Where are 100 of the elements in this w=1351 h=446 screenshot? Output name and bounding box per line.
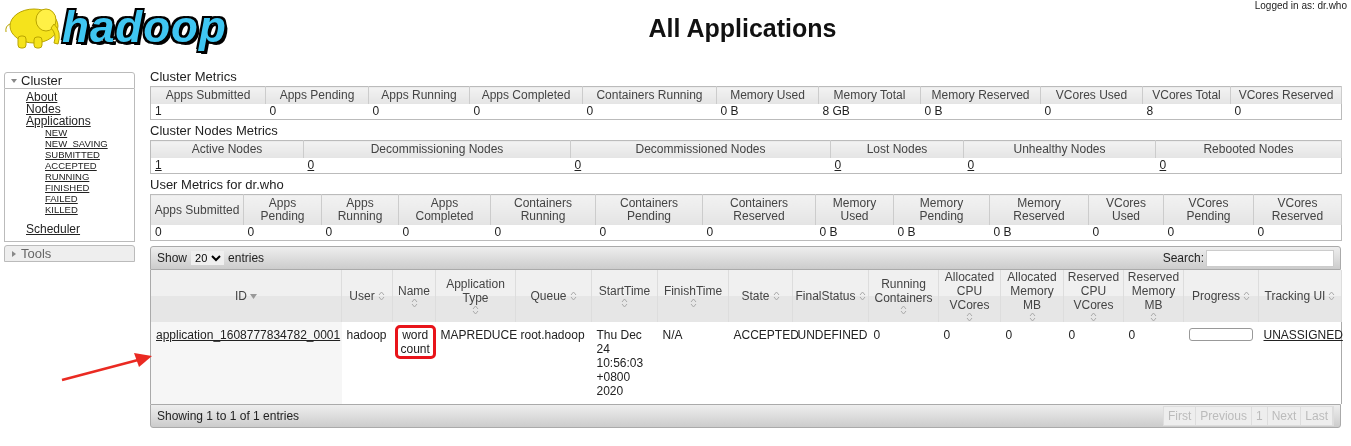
table-cell: root.hadoop: [520, 328, 585, 342]
column-header: Memory Reserved: [989, 194, 1089, 225]
column-header[interactable]: State: [728, 270, 793, 322]
column-header: Memory Used: [716, 86, 819, 104]
table-cell: 0: [1068, 328, 1076, 342]
column-header[interactable]: FinalStatus: [792, 270, 869, 322]
column-header: Active Nodes: [150, 140, 304, 158]
column-header: Containers Running: [490, 194, 596, 225]
column-header[interactable]: Tracking UI: [1258, 270, 1342, 322]
app-link[interactable]: UNASSIGNED: [1263, 328, 1343, 342]
sidebar-link[interactable]: Applications: [26, 115, 91, 127]
column-header: Apps Running: [321, 194, 399, 225]
sidebar-link[interactable]: RUNNING: [45, 171, 90, 182]
metric-link[interactable]: 0: [967, 158, 975, 172]
column-header: Decommissioned Nodes: [570, 140, 831, 158]
column-header: Apps Pending: [243, 194, 322, 225]
caret-right-icon: [11, 250, 17, 257]
table-cell: 0: [943, 328, 951, 342]
metric-value: 1: [155, 104, 162, 118]
column-header[interactable]: Name: [392, 270, 436, 322]
column-header: Memory Total: [818, 86, 921, 104]
column-header[interactable]: Allocated Memory MB: [1000, 270, 1064, 322]
metric-value: 0 B: [720, 104, 739, 118]
sidebar-link[interactable]: SUBMITTED: [45, 149, 100, 160]
column-header: Containers Running: [582, 86, 717, 104]
column-header[interactable]: Allocated CPU VCores: [938, 270, 1001, 322]
metric-value: 0: [402, 225, 410, 239]
metric-value: 0: [155, 225, 162, 239]
column-header[interactable]: FinishTime: [657, 270, 729, 322]
caret-down-icon: [11, 77, 17, 84]
app-link[interactable]: application_1608777834782_0001: [156, 328, 341, 342]
sidebar-link[interactable]: Scheduler: [26, 223, 81, 235]
column-header: Unhealthy Nodes: [963, 140, 1156, 158]
column-header[interactable]: ID: [150, 270, 342, 322]
column-header: Decommissioning Nodes: [303, 140, 571, 158]
column-header: Containers Reserved: [702, 194, 816, 225]
column-header: VCores Total: [1142, 86, 1231, 104]
sidebar-link[interactable]: About: [26, 91, 58, 103]
column-header[interactable]: Reserved Memory MB: [1123, 270, 1184, 322]
column-header: VCores Used: [1088, 194, 1164, 225]
column-header[interactable]: StartTime: [591, 270, 658, 322]
logo-text: hadoop: [62, 5, 227, 49]
column-header[interactable]: User: [341, 270, 393, 322]
column-header: Apps Pending: [265, 86, 369, 104]
column-header: Memory Reserved: [920, 86, 1041, 104]
column-header: Rebooted Nodes: [1155, 140, 1342, 158]
entries-label: entries: [228, 251, 265, 265]
sidebar-section[interactable]: Tools: [4, 245, 135, 262]
metric-value: 0: [1234, 104, 1242, 118]
column-header: Apps Submitted: [150, 86, 266, 104]
metric-value: 0: [586, 104, 594, 118]
metric-link[interactable]: 1: [155, 158, 162, 172]
column-header: Apps Completed: [398, 194, 491, 225]
section-title: User Metrics for dr.who: [150, 176, 285, 194]
metric-value: 0: [1044, 104, 1052, 118]
section-title: Cluster Metrics: [150, 68, 238, 86]
column-header: Apps Running: [368, 86, 470, 104]
metric-value: 0: [269, 104, 277, 118]
sidebar-link[interactable]: KILLED: [45, 204, 78, 215]
column-header: Apps Submitted: [150, 194, 244, 225]
column-header[interactable]: Running Containers: [868, 270, 939, 322]
sidebar-section[interactable]: Cluster: [4, 72, 135, 89]
sidebar-link[interactable]: ACCEPTED: [45, 160, 97, 171]
search-field[interactable]: [1206, 249, 1334, 267]
metric-value: 0: [473, 104, 481, 118]
column-header: VCores Reserved: [1253, 194, 1342, 225]
column-header[interactable]: Reserved CPU VCores: [1063, 270, 1124, 322]
sidebar-link[interactable]: Nodes: [26, 103, 61, 115]
column-header: Containers Pending: [595, 194, 703, 225]
column-header[interactable]: Queue: [515, 270, 592, 322]
login-status: Logged in as: dr.who: [1254, 0, 1347, 11]
metric-value: 0: [1092, 225, 1100, 239]
column-header[interactable]: Application Type: [435, 270, 516, 322]
search-label: Search:: [1162, 251, 1204, 265]
metric-link[interactable]: 0: [574, 158, 582, 172]
column-header: Lost Nodes: [830, 140, 964, 158]
table-cell: ACCEPTED: [733, 328, 799, 342]
page-size-select[interactable]: 20: [191, 251, 225, 265]
sidebar-link[interactable]: FAILED: [45, 193, 78, 204]
column-header[interactable]: Progress: [1183, 270, 1259, 322]
section-title: Cluster Nodes Metrics: [150, 122, 279, 140]
table-cell: 0: [1005, 328, 1013, 342]
column-header: Apps Completed: [469, 86, 583, 104]
sidebar-link[interactable]: NEW: [45, 127, 68, 138]
metric-value: 0: [706, 225, 714, 239]
metric-link[interactable]: 0: [1159, 158, 1167, 172]
sidebar-link[interactable]: NEW_SAVING: [45, 138, 108, 149]
sidebar-link[interactable]: FINISHED: [45, 182, 90, 193]
metric-value: 0: [247, 225, 255, 239]
metric-value: 8 GB: [822, 104, 850, 118]
metric-link[interactable]: 0: [307, 158, 315, 172]
metric-value: 0: [494, 225, 502, 239]
table-cell: hadoop: [346, 328, 387, 342]
metric-value: 0: [1257, 225, 1265, 239]
table-cell: 0: [873, 328, 881, 342]
metric-link[interactable]: 0: [834, 158, 842, 172]
metric-value: 0: [372, 104, 380, 118]
metric-value: 0: [325, 225, 333, 239]
column-header: VCores Used: [1040, 86, 1143, 104]
column-header: VCores Pending: [1163, 194, 1254, 225]
